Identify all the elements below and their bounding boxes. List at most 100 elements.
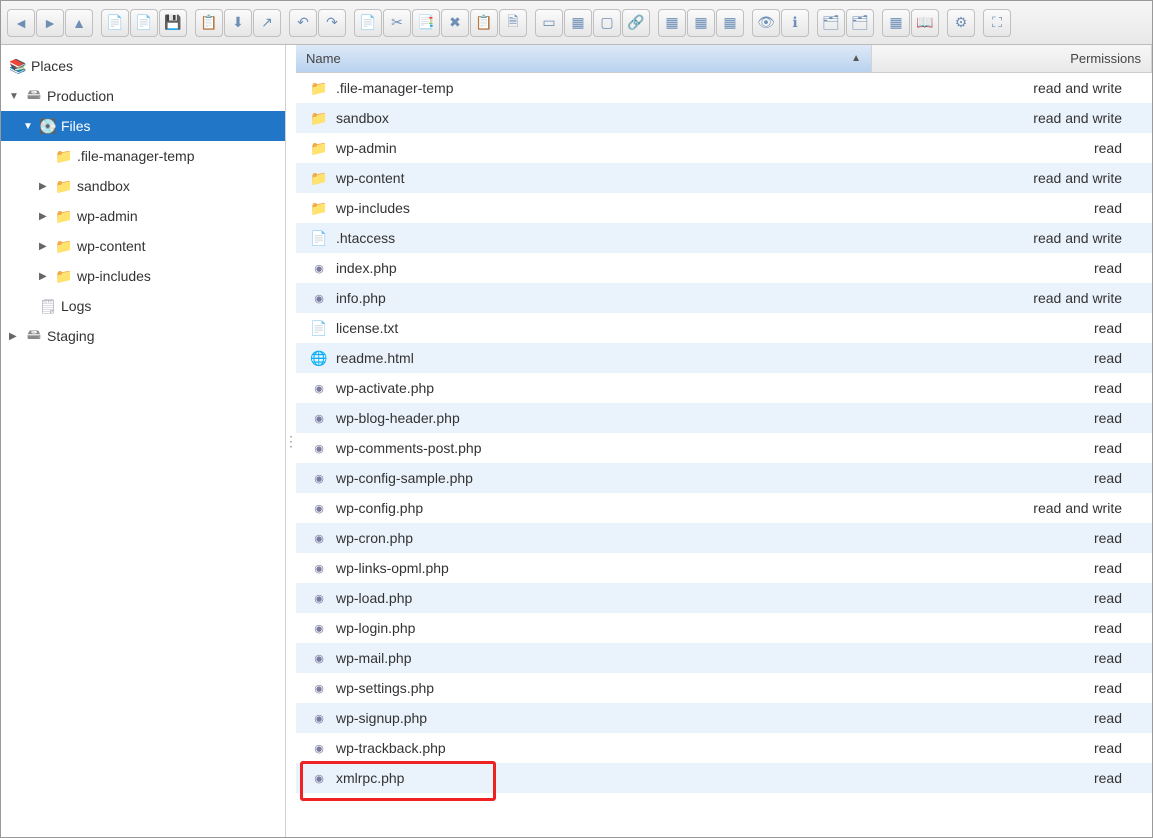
forward-icon[interactable]: ► (36, 9, 64, 37)
file-row[interactable]: 📄license.txtread (296, 313, 1152, 343)
twisty-icon[interactable]: ▶ (39, 181, 51, 192)
info-icon[interactable]: ℹ (781, 9, 809, 37)
file-row[interactable]: ◉wp-comments-post.phpread (296, 433, 1152, 463)
grid-mixed-icon[interactable]: ▦ (716, 9, 744, 37)
grid-large-icon[interactable]: ▦ (658, 9, 686, 37)
file-name: readme.html (336, 350, 414, 366)
fullscreen-icon[interactable]: ⛶ (983, 9, 1011, 37)
file-row[interactable]: 📁wp-adminread (296, 133, 1152, 163)
places-header[interactable]: 📚 Places (1, 51, 285, 81)
php-file-icon: ◉ (310, 619, 328, 637)
file-row[interactable]: ◉wp-config-sample.phpread (296, 463, 1152, 493)
twisty-icon[interactable]: ▼ (23, 121, 35, 132)
twisty-icon[interactable]: ▶ (39, 241, 51, 252)
file-row[interactable]: 🌐readme.htmlread (296, 343, 1152, 373)
apps-icon[interactable]: ▦ (882, 9, 910, 37)
sort-asc-icon[interactable]: 🗂 (817, 9, 845, 37)
twisty-icon[interactable]: ▶ (9, 331, 21, 342)
file-row[interactable]: ◉wp-blog-header.phpread (296, 403, 1152, 433)
file-row[interactable]: 📁wp-includesread (296, 193, 1152, 223)
book-icon[interactable]: 📖 (911, 9, 939, 37)
tree-item-logs[interactable]: 🗒Logs (1, 291, 285, 321)
tree-item-production[interactable]: ▼🖴Production (1, 81, 285, 111)
tree-item-wp-includes[interactable]: ▶📁wp-includes (1, 261, 285, 291)
new-folder-icon[interactable]: 📄 (101, 9, 129, 37)
settings-icon[interactable]: ⚙ (947, 9, 975, 37)
column-permissions[interactable]: Permissions (872, 45, 1152, 72)
file-row[interactable]: 📁wp-contentread and write (296, 163, 1152, 193)
preview-icon[interactable]: 👁 (752, 9, 780, 37)
splitter[interactable]: ⋮ (286, 45, 296, 837)
file-permissions: read (872, 320, 1152, 336)
tree-item-label: .file-manager-temp (77, 148, 195, 164)
php-file-icon: ◉ (310, 379, 328, 397)
file-row[interactable]: ◉wp-mail.phpread (296, 643, 1152, 673)
cut-icon[interactable]: ✂ (383, 9, 411, 37)
file-row[interactable]: ◉index.phpread (296, 253, 1152, 283)
tree-item-label: wp-includes (77, 268, 151, 284)
php-file-icon: ◉ (310, 769, 328, 787)
file-permissions: read (872, 440, 1152, 456)
file-permissions: read and write (872, 170, 1152, 186)
file-row[interactable]: ◉info.phpread and write (296, 283, 1152, 313)
up-icon[interactable]: ▲ (65, 9, 93, 37)
new-file-icon[interactable]: 📄 (354, 9, 382, 37)
tree-item--file-manager-temp[interactable]: 📁.file-manager-temp (1, 141, 285, 171)
upload-icon[interactable]: 📄 (130, 9, 158, 37)
folder-icon: 📁 (310, 139, 328, 157)
deselect-icon[interactable]: ▢ (593, 9, 621, 37)
delete-icon[interactable]: ✖ (441, 9, 469, 37)
file-list: Name ▲ Permissions 📁.file-manager-tempre… (296, 45, 1152, 837)
file-row[interactable]: ◉wp-cron.phpread (296, 523, 1152, 553)
back-icon[interactable]: ◄ (7, 9, 35, 37)
file-name: wp-blog-header.php (336, 410, 460, 426)
redo-icon[interactable]: ↷ (318, 9, 346, 37)
file-name: wp-content (336, 170, 404, 186)
link-icon[interactable]: 🔗 (622, 9, 650, 37)
pointer-icon[interactable]: ↗ (253, 9, 281, 37)
php-file-icon: ◉ (310, 499, 328, 517)
twisty-icon[interactable]: ▶ (39, 211, 51, 222)
file-row[interactable]: ◉wp-config.phpread and write (296, 493, 1152, 523)
file-name: .htaccess (336, 230, 395, 246)
save-icon[interactable]: 💾 (159, 9, 187, 37)
file-row[interactable]: ◉wp-activate.phpread (296, 373, 1152, 403)
tree-item-wp-admin[interactable]: ▶📁wp-admin (1, 201, 285, 231)
tree-item-staging[interactable]: ▶🖴Staging (1, 321, 285, 351)
copy-path-icon[interactable]: 📋 (195, 9, 223, 37)
file-row[interactable]: ◉wp-links-opml.phpread (296, 553, 1152, 583)
file-name: wp-cron.php (336, 530, 413, 546)
file-row[interactable]: ◉wp-settings.phpread (296, 673, 1152, 703)
file-row[interactable]: ◉wp-trackback.phpread (296, 733, 1152, 763)
twisty-icon[interactable]: ▼ (9, 91, 21, 102)
file-row[interactable]: 📄.htaccessread and write (296, 223, 1152, 253)
file-name: wp-load.php (336, 590, 412, 606)
file-name: wp-links-opml.php (336, 560, 449, 576)
copy-icon[interactable]: 📑 (412, 9, 440, 37)
paste-icon[interactable]: 📋 (470, 9, 498, 37)
file-row[interactable]: ◉wp-signup.phpread (296, 703, 1152, 733)
file-row[interactable]: ◉wp-login.phpread (296, 613, 1152, 643)
file-row[interactable]: ◉xmlrpc.phpread (296, 763, 1152, 793)
column-name[interactable]: Name ▲ (296, 45, 872, 72)
tree-item-wp-content[interactable]: ▶📁wp-content (1, 231, 285, 261)
select-all-icon[interactable]: ▦ (564, 9, 592, 37)
logs-icon: 🗒 (39, 298, 57, 314)
folder-icon: 📁 (310, 199, 328, 217)
undo-icon[interactable]: ↶ (289, 9, 317, 37)
download-icon[interactable]: ⬇ (224, 9, 252, 37)
grid-small-icon[interactable]: ▦ (687, 9, 715, 37)
tree-item-sandbox[interactable]: ▶📁sandbox (1, 171, 285, 201)
tree-item-files[interactable]: ▼💽Files (1, 111, 285, 141)
file-name: wp-trackback.php (336, 740, 446, 756)
file-row[interactable]: ◉wp-load.phpread (296, 583, 1152, 613)
sort-desc-icon[interactable]: 🗂 (846, 9, 874, 37)
file-permissions: read (872, 740, 1152, 756)
folder-ic: 📁 (55, 178, 73, 194)
php-file-icon: ◉ (310, 709, 328, 727)
twisty-icon[interactable]: ▶ (39, 271, 51, 282)
select-icon[interactable]: ▭ (535, 9, 563, 37)
file-row[interactable]: 📁.file-manager-tempread and write (296, 73, 1152, 103)
duplicate-icon[interactable]: 🗎 (499, 9, 527, 37)
file-row[interactable]: 📁sandboxread and write (296, 103, 1152, 133)
